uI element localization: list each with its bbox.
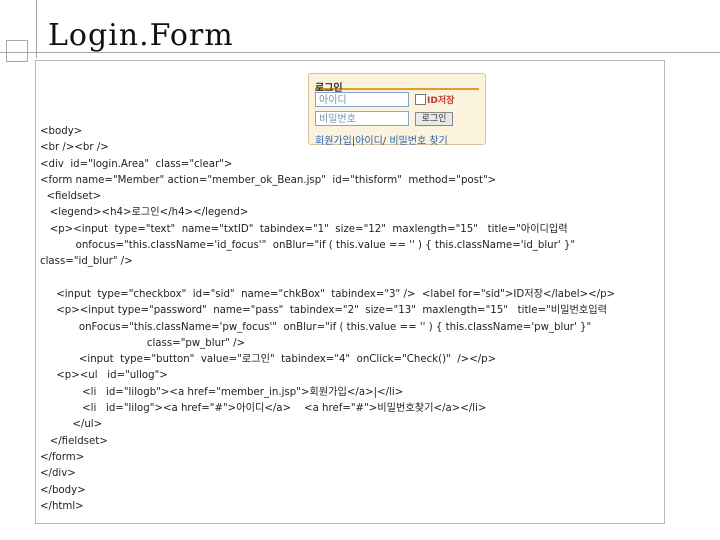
code-line: onFocus="this.className='pw_focus'" onBl… — [40, 321, 592, 333]
id-input[interactable]: 아이디 — [315, 92, 409, 107]
code-line: <input type="button" value="로그인" tabinde… — [40, 354, 497, 366]
remember-id-label: ID저장 — [427, 96, 455, 106]
title-divider — [0, 52, 720, 53]
code-line: <input type="checkbox" id="sid" name="ch… — [40, 288, 616, 300]
slide-title: Login.Form — [48, 18, 234, 53]
code-line: class="pw_blur" /> — [40, 337, 246, 349]
code-line: <li id="lilogb"><a href="member_in.jsp">… — [40, 386, 404, 398]
code-panel: 로그인 아이디 ID저장 비밀번호 로그인 회원가입|아이디/ 비밀번호 찾기 … — [35, 60, 665, 524]
code-line: <br /><br /> — [40, 142, 109, 154]
source-code-listing: <body> <br /><br /> <div id="login.Area" c… — [40, 124, 662, 515]
code-line: <div id="login.Area" class="clear"> — [40, 158, 233, 170]
code-line: </div> — [40, 468, 76, 480]
code-line: </form> — [40, 451, 85, 463]
code-line: </fieldset> — [40, 435, 108, 447]
code-line: <form name="Member" action="member_ok_Be… — [40, 174, 497, 186]
remember-id-checkbox[interactable] — [415, 94, 426, 105]
code-line: <legend><h4>로그인</h4></legend> — [40, 207, 249, 219]
code-line: <p><input type="password" name="pass" ta… — [40, 305, 607, 317]
login-widget-heading: 로그인 — [315, 76, 479, 94]
title-corner-line — [36, 0, 37, 58]
code-line: <body> — [40, 126, 83, 137]
code-line: </ul> — [40, 419, 103, 431]
code-line: </html> — [40, 500, 84, 512]
code-line: <fieldset> — [40, 191, 102, 203]
code-line: <li id="lilog"><a href="#">아이디</a> <a hr… — [40, 403, 487, 415]
title-corner-box — [6, 40, 28, 62]
code-line: <p><ul id="ullog"> — [40, 370, 168, 382]
code-line: </body> — [40, 484, 86, 496]
code-line: class="id_blur" /> — [40, 256, 133, 268]
code-line: onfocus="this.className='id_focus'" onBl… — [40, 240, 576, 252]
code-line: <p><input type="text" name="txtID" tabin… — [40, 223, 568, 235]
